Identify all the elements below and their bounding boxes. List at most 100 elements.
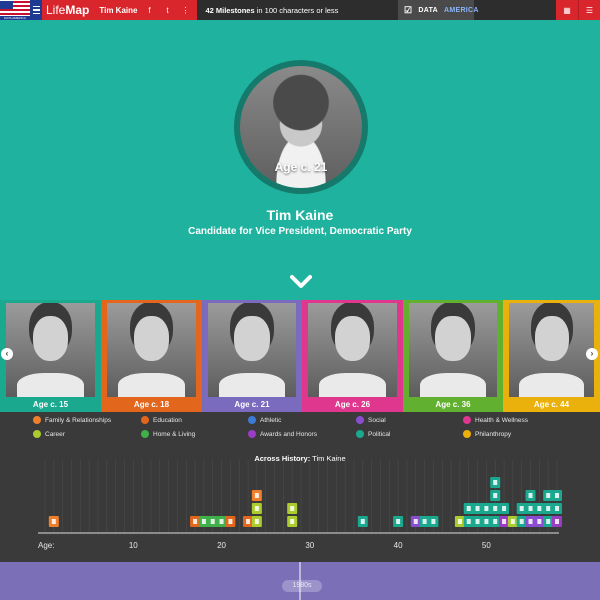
photo-card[interactable]: Age c. 18 [101,300,202,412]
portrait-photo [107,303,196,397]
milestone-glyph [413,519,418,524]
legend-item-family[interactable]: Family & Relationships [33,416,111,424]
age-tick-label: 20 [217,541,226,550]
hamburger-menu-icon[interactable] [30,0,42,20]
photo-age-label: Age c. 21 [234,400,270,409]
legend-item-home[interactable]: Home & Living [141,430,195,438]
legend-dot [463,416,471,424]
milestone-glyph [457,519,462,524]
photo-strip: Age c. 15 Age c. 18 Age c. 21 Age c. 26 … [0,300,600,412]
person-name: Tim Kaine [99,5,138,15]
legend-item-career[interactable]: Career [33,430,65,438]
menu-icon[interactable]: ☰ [578,0,600,20]
milestone-glyph [493,519,498,524]
milestone-glyph [51,519,56,524]
milestone-glyph [546,519,551,524]
portrait-photo [6,303,95,397]
photo-card[interactable]: Age c. 15 [0,300,101,412]
legend-dot [463,430,471,438]
timeline-svg: Age: 10 20 30 40 50 [38,460,562,550]
photo-age-label: Age c. 18 [133,400,170,409]
legend-item-social[interactable]: Social [356,416,386,424]
category-legend: Family & Relationships Education Athleti… [0,412,600,442]
page-subtitle: Candidate for Vice President, Democratic… [188,226,412,237]
photo-age-label: Age c. 15 [32,400,69,409]
milestone-glyph [546,506,551,511]
milestone-glyph [555,506,559,511]
legend-dot [141,416,149,424]
milestone-glyph [555,519,559,524]
age-tick-label: 40 [394,541,403,550]
milestone-glyph [396,519,401,524]
top-bar: DATA AMERICA LifeMap Tim Kaine f t ⋮ 42 … [0,0,600,20]
milestone-glyph [475,506,480,511]
photo-card[interactable]: Age c. 36 [403,300,503,412]
milestone-glyph [290,519,295,524]
flag-caption: DATA AMERICA [0,16,30,20]
milestone-glyph [528,519,533,524]
photo-age-label: Age c. 36 [435,400,471,409]
milestone-glyph [519,519,524,524]
legend-item-political[interactable]: Political [356,430,390,438]
milestone-glyph [431,519,436,524]
milestone-glyph [546,493,551,498]
milestone-glyph [555,493,559,498]
milestone-glyph [528,506,533,511]
milestone-glyph [528,493,533,498]
milestone-glyph [201,519,206,524]
milestone-glyph [493,480,498,485]
milestone-glyph [484,506,489,511]
timeline-knob[interactable]: 1980s [282,580,322,592]
age-tick-label: 50 [482,541,491,550]
photo-age-label: Age c. 44 [533,400,570,409]
milestones-summary: 42 Milestones in 100 characters or less [205,5,339,15]
lifemap-logo[interactable]: LifeMap [46,3,89,17]
hero-age-label: Age c. 21 [274,160,328,174]
milestone-glyph [210,519,215,524]
legend-item-health[interactable]: Health & Wellness [463,416,528,424]
legend-dot [248,416,256,424]
era-timeline: 1980s [0,562,600,600]
legend-dot [356,430,364,438]
legend-dot [141,430,149,438]
brand-bar: LifeMap Tim Kaine f t ⋮ [42,0,198,20]
legend-item-education[interactable]: Education [141,416,182,424]
milestone-glyph [422,519,427,524]
portrait-photo [409,303,497,397]
legend-dot [248,430,256,438]
photo-card[interactable]: Age c. 26 [302,300,403,412]
milestone-glyph [254,519,259,524]
legend-item-awards[interactable]: Awards and Honors [248,430,317,438]
carousel-prev-icon[interactable]: ‹ [1,348,13,360]
legend-dot [33,430,41,438]
milestone-glyph [502,506,507,511]
legend-item-philanthropy[interactable]: Philanthropy [463,430,511,438]
grid-icon[interactable]: ▦ [556,0,578,20]
portrait-photo [208,303,296,397]
milestone-glyph [475,519,480,524]
data-label: DATA [418,6,438,14]
age-axis-label: Age: [38,541,54,550]
facebook-icon[interactable]: f [143,6,155,15]
chevron-down-icon[interactable] [290,274,312,290]
milestone-glyph [519,506,524,511]
portrait-photo [509,303,594,397]
milestone-glyph [537,506,542,511]
legend-dot [356,416,364,424]
milestone-glyph [466,506,471,511]
legend-item-athletic[interactable]: Athletic [248,416,281,424]
photo-card[interactable]: Age c. 21 [202,300,302,412]
milestone-glyph [219,519,224,524]
legend-dot [33,416,41,424]
page-title: Tim Kaine [266,207,334,223]
checkbox-icon[interactable]: ☑ [404,5,412,16]
carousel-next-icon[interactable]: › [586,348,598,360]
milestone-glyph [246,519,251,524]
data-america-flag-logo[interactable]: DATA AMERICA [0,0,30,20]
timeline-chart: Across History: Tim Kaine Age: 10 20 30 40 50 [0,442,600,562]
more-options-icon[interactable]: ⋮ [179,6,191,15]
age-tick-label: 10 [129,541,138,550]
milestone-glyph [493,506,498,511]
twitter-icon[interactable]: t [161,6,173,15]
data-america-toggle[interactable]: ☑ DATA AMERICA [398,0,478,20]
